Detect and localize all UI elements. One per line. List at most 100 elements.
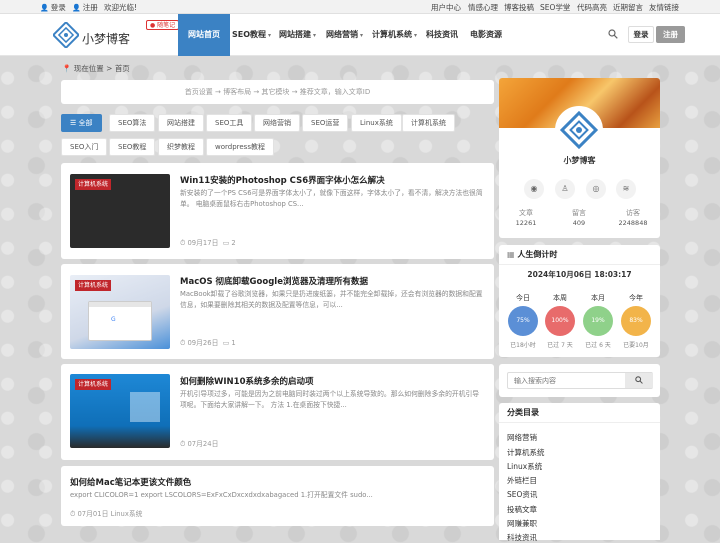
post-card[interactable]: 计算机系统 Win11安装的Photoshop CS6界面字体小怎么解决 新安装… [61,163,494,259]
category-link[interactable]: 外链栏目 [507,475,537,486]
tag-seo-intro[interactable]: SEO入门 [61,138,108,156]
chevron-down-icon: ▾ [313,32,317,39]
tag-all[interactable]: ☰ 全部 [61,114,102,132]
search-input[interactable] [508,373,624,388]
chevron-down-icon: ▾ [268,32,272,39]
register-link[interactable]: 👤 注册 [72,2,98,13]
stat-comments-label: 留言 [572,209,586,217]
top-link-comments[interactable]: 近期留言 [613,2,643,13]
post-title[interactable]: 如何给Mac笔记本更该文件颜色 [70,476,191,488]
tag-wordpress[interactable]: wordpress教程 [206,138,274,156]
top-link-user-center[interactable]: 用户中心 [431,2,461,13]
post-category[interactable]: Linux系统 [111,510,143,518]
tag-seo-tools[interactable]: SEO工具 [206,114,253,132]
nav-computer-system[interactable]: 计算机系统 ▾ [372,14,417,56]
breadcrumb-home[interactable]: 首页 [115,64,130,73]
post-title[interactable]: 如何删除WIN10系统多余的启动项 [180,375,313,387]
category-badge[interactable]: 计算机系统 [75,379,112,390]
category-badge[interactable]: 计算机系统 [75,280,112,291]
subnav-home-settings[interactable]: 首页设置 [185,88,213,96]
logo-icon[interactable] [53,22,79,48]
subnav-modules[interactable]: 其它模块 [261,88,289,96]
site-header: 小梦博客 ● 随笔记 网站首页 SEO教程 ▾ 网站搭建 ▾ 网络营销 ▾ 计算机系统… [0,14,720,56]
countdown-month-label: 本月 [591,294,605,302]
category-link[interactable]: 网赚兼职 [507,518,537,529]
wechat-icon[interactable]: ◉ [524,179,544,199]
post-card[interactable]: 计算机系统 如何删除WIN10系统多余的启动项 开机引导项过多，可能是因为之前电… [61,364,494,460]
window-titlebar [89,302,151,307]
top-link-code[interactable]: 代码高亮 [577,2,607,13]
tag-site-building[interactable]: 网站搭建 [158,114,204,132]
countdown-week-sub: 已过 7 天 [547,342,573,349]
windows-logo-icon [130,392,160,422]
tag-linux[interactable]: Linux系统 [351,114,402,132]
logo-icon [559,110,599,150]
category-link[interactable]: SEO资讯 [507,489,537,500]
countdown-year-sub: 已要10月 [623,342,649,349]
countdown-today-circle: 75% [508,306,538,336]
comment-icon: ▭ [222,239,230,247]
countdown-today-label: 今日 [516,294,530,302]
clock-icon: ⏱ [70,510,76,518]
nav-tech-news[interactable]: 科技资讯 [426,14,458,56]
tag-seo-algo[interactable]: SEO算法 [109,114,156,132]
post-thumbnail[interactable]: 计算机系统 [70,374,170,448]
list-icon: ☰ [70,119,77,127]
post-excerpt: MacBook卸载了谷歌浏览器，如果只是扔进废纸篓，并不能完全卸载掉，还会有浏览… [180,290,483,309]
top-link-seo[interactable]: SEO学堂 [540,2,570,13]
category-link[interactable]: Linux系统 [507,461,542,472]
post-excerpt: export CLICOLOR=1 export LSCOLORS=ExFxCx… [70,491,373,499]
post-title[interactable]: Win11安装的Photoshop CS6界面字体小怎么解决 [180,174,385,186]
subnav-layout[interactable]: 博客布局 [223,88,251,96]
qq-icon[interactable]: ♙ [555,179,575,199]
search-icon[interactable] [608,29,618,39]
nav-site-building[interactable]: 网站搭建 ▾ [279,14,316,56]
category-link[interactable]: 计算机系统 [507,447,545,458]
user-icon: 👤 [40,4,49,12]
search-icon [635,376,643,384]
post-excerpt: 新安装的了一个PS CS6可是界面字体太小了，就像下面这样，字体太小了，看不清，… [180,189,483,208]
post-card[interactable]: 如何给Mac笔记本更该文件颜色 export CLICOLOR=1 export… [61,466,494,526]
clock-icon: ⏱ [180,239,186,247]
logo-text[interactable]: 小梦博客 [82,30,130,47]
tag-marketing[interactable]: 网络营销 [254,114,300,132]
rss-icon[interactable]: ≋ [616,179,636,199]
subnav-recommend[interactable]: 推荐文章，输入文章ID [300,88,370,96]
post-meta: ⏱ 07月01日 Linux系统 [70,510,143,518]
login-button[interactable]: 登录 [628,26,654,43]
avatar[interactable] [555,106,603,154]
top-link-contribute[interactable]: 博客投稿 [504,2,534,13]
post-title[interactable]: MacOS 彻底卸载Google浏览器及清理所有数据 [180,275,368,287]
category-link[interactable]: 投稿文章 [507,504,537,515]
profile-card: 小梦博客 ◉ ♙ ◎ ≋ 文章 12261 留言 409 访客 2248848 [499,78,660,238]
google-logo-icon: G [111,316,116,323]
nav-movies[interactable]: 电影资源 [470,14,502,56]
tag-dedecms[interactable]: 织梦教程 [158,138,204,156]
tag-seo-tutorial[interactable]: SEO教程 [109,138,156,156]
countdown-year-circle: 83% [621,306,651,336]
search-button[interactable] [625,373,653,388]
top-link-emotion[interactable]: 情感心理 [468,2,498,13]
register-button[interactable]: 注册 [656,26,685,43]
category-badge[interactable]: 计算机系统 [75,179,112,190]
category-link[interactable]: 科技资讯 [507,532,537,543]
category-link[interactable]: 网络营销 [507,432,537,443]
login-link[interactable]: 👤 登录 [40,2,66,13]
screenshot-window: G [88,301,152,341]
stat-visitors-label: 访客 [626,209,640,217]
clock-icon: ⏱ [180,440,186,448]
post-thumbnail[interactable]: G 计算机系统 [70,275,170,349]
stat-visitors-value: 2248848 [618,219,648,227]
post-meta: ⏱ 09月17日 ▭ 2 [180,239,236,247]
search-widget [499,364,660,397]
nav-marketing[interactable]: 网络营销 ▾ [326,14,363,56]
top-link-friends[interactable]: 友情链接 [649,2,679,13]
tag-seo-ops[interactable]: SEO运营 [302,114,349,132]
nav-home[interactable]: 网站首页 [178,14,230,56]
nav-seo-tutorial[interactable]: SEO教程 ▾ [232,14,271,56]
weibo-icon[interactable]: ◎ [586,179,606,199]
post-card[interactable]: G 计算机系统 MacOS 彻底卸载Google浏览器及清理所有数据 MacBo… [61,264,494,359]
tag-computer-system[interactable]: 计算机系统 [402,114,455,132]
post-thumbnail[interactable]: 计算机系统 [70,174,170,248]
stat-articles-value: 12261 [515,219,537,227]
